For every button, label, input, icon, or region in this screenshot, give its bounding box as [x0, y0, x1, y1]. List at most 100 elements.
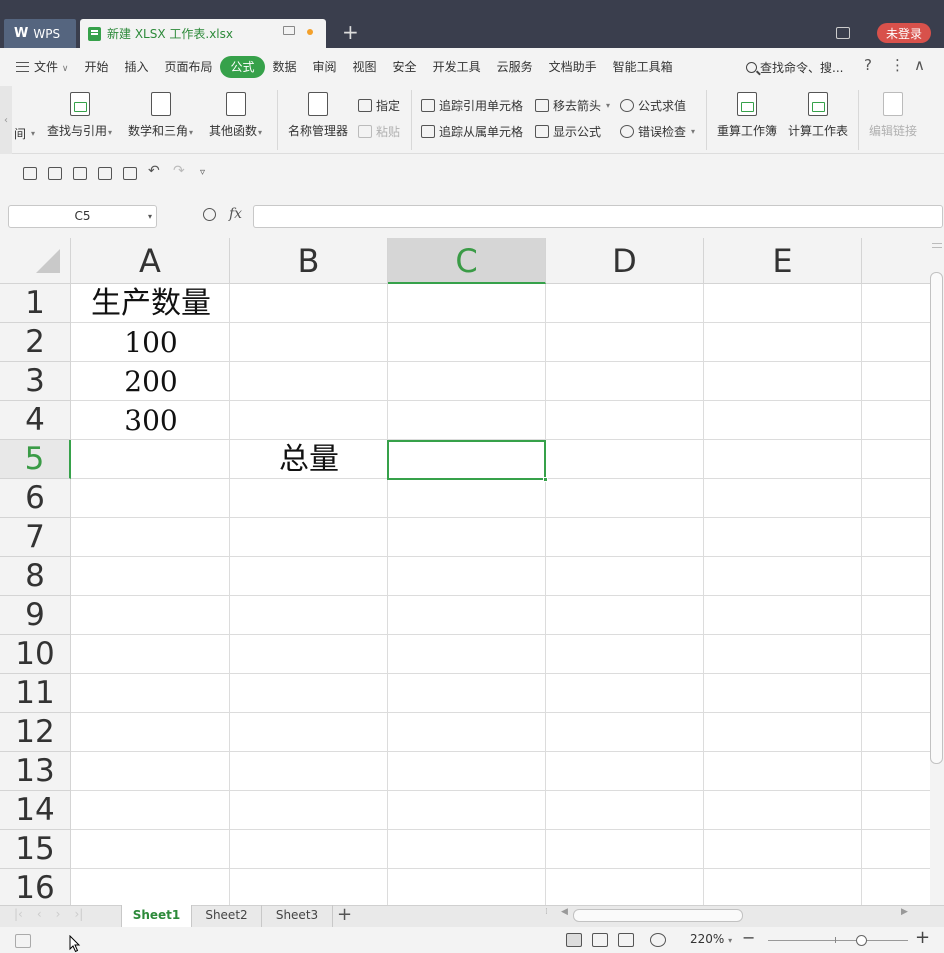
zoom-slider[interactable] — [768, 940, 908, 941]
more-icon[interactable]: ⋮ — [890, 56, 905, 74]
collapse-ribbon-icon[interactable]: ∧ — [914, 56, 925, 74]
trace-dependents-button[interactable]: 追踪从属单元格 — [421, 123, 523, 140]
menu-doc-assistant[interactable]: 文档助手 — [541, 56, 605, 78]
menu-home[interactable]: 开始 — [76, 56, 116, 78]
column-header-d[interactable]: D — [546, 238, 704, 284]
undo-icon[interactable]: ↶ — [148, 163, 160, 179]
menu-cloud[interactable]: 云服务 — [489, 56, 541, 78]
name-manager-button[interactable]: 名称管理器 — [288, 92, 348, 139]
edit-links-button[interactable]: 编辑链接 — [869, 92, 917, 139]
menu-developer[interactable]: 开发工具 — [425, 56, 489, 78]
select-all-corner[interactable] — [0, 238, 71, 284]
row-header-9[interactable]: 9 — [0, 596, 71, 635]
row-header-13[interactable]: 13 — [0, 752, 71, 791]
show-formulas-button[interactable]: 显示公式 — [535, 123, 601, 140]
assign-button[interactable]: 指定 — [358, 97, 400, 114]
cell-a4[interactable]: 300 — [72, 402, 230, 440]
cell-a1[interactable]: 生产数量 — [72, 285, 230, 323]
menu-view[interactable]: 视图 — [345, 56, 385, 78]
column-header-b[interactable]: B — [230, 238, 388, 284]
calculate-sheet-button[interactable]: 计算工作表 — [788, 92, 848, 139]
macro-record-icon[interactable] — [15, 934, 31, 948]
remove-arrows-button[interactable]: 移去箭头 ▾ — [535, 97, 610, 114]
sheet-tab-2[interactable]: Sheet2 — [192, 905, 262, 927]
date-time-button[interactable]: 间 ▾ — [14, 125, 35, 142]
eye-protection-icon[interactable] — [650, 933, 666, 947]
row-header-12[interactable]: 12 — [0, 713, 71, 752]
zoom-in-button[interactable]: + — [915, 927, 930, 948]
first-sheet-icon[interactable]: |‹ — [14, 907, 23, 921]
document-tab[interactable]: 新建 XLSX 工作表.xlsx — [80, 19, 326, 48]
row-header-5[interactable]: 5 — [0, 440, 71, 479]
open-folder-icon[interactable] — [48, 167, 62, 180]
row-header-7[interactable]: 7 — [0, 518, 71, 557]
column-header-c[interactable]: C — [388, 238, 546, 284]
login-button[interactable]: 未登录 — [877, 23, 931, 43]
sheet-tab-3[interactable]: Sheet3 — [262, 905, 333, 927]
insert-function-icon[interactable]: fx — [229, 206, 242, 222]
split-handle[interactable] — [932, 243, 942, 248]
selected-cell-c5[interactable] — [387, 440, 548, 482]
spreadsheet-grid[interactable]: A B C D E 1 2 3 4 5 6 7 8 9 10 11 12 13 … — [0, 238, 930, 905]
row-header-15[interactable]: 15 — [0, 830, 71, 869]
recalculate-workbook-button[interactable]: 重算工作簿 — [717, 92, 777, 139]
print-preview-icon[interactable] — [123, 167, 137, 180]
cell-a2[interactable]: 100 — [72, 324, 230, 362]
next-sheet-icon[interactable]: › — [56, 907, 61, 921]
math-trig-button[interactable]: 数学和三角▾ — [128, 92, 193, 139]
trace-precedents-button[interactable]: 追踪引用单元格 — [421, 97, 523, 114]
row-header-14[interactable]: 14 — [0, 791, 71, 830]
menu-data[interactable]: 数据 — [265, 56, 305, 78]
row-header-11[interactable]: 11 — [0, 674, 71, 713]
normal-view-icon[interactable] — [566, 933, 582, 947]
ribbon-scroll-left-icon[interactable]: ‹ — [0, 86, 12, 154]
page-break-view-icon[interactable] — [592, 933, 608, 947]
save-icon[interactable] — [73, 167, 87, 180]
row-header-4[interactable]: 4 — [0, 401, 71, 440]
row-header-1[interactable]: 1 — [0, 284, 71, 323]
sheet-tab-1[interactable]: Sheet1 — [121, 905, 192, 927]
zoom-level[interactable]: 220% ▾ — [690, 932, 732, 946]
row-header-8[interactable]: 8 — [0, 557, 71, 596]
lookup-reference-button[interactable]: 查找与引用▾ — [47, 92, 112, 139]
help-icon[interactable]: ? — [864, 56, 872, 74]
tab-split-handle[interactable]: ⁞ — [545, 907, 548, 917]
layout-toggle-icon[interactable] — [836, 27, 850, 39]
row-header-2[interactable]: 2 — [0, 323, 71, 362]
print-icon[interactable] — [98, 167, 112, 180]
zoom-out-button[interactable]: − — [742, 928, 755, 947]
name-box[interactable]: C5 ▾ — [8, 205, 157, 228]
menu-review[interactable]: 审阅 — [305, 56, 345, 78]
menu-security[interactable]: 安全 — [385, 56, 425, 78]
column-header-a[interactable]: A — [71, 238, 230, 284]
screen-icon[interactable] — [283, 26, 295, 35]
reading-layout-icon[interactable] — [618, 933, 634, 947]
row-header-16[interactable]: 16 — [0, 869, 71, 905]
column-header-e[interactable]: E — [704, 238, 862, 284]
menu-formulas[interactable]: 公式 — [220, 56, 265, 78]
cell-a3[interactable]: 200 — [72, 363, 230, 401]
sheet-navigation[interactable]: |‹ ‹ › ›| — [14, 907, 83, 921]
prev-sheet-icon[interactable]: ‹ — [37, 907, 42, 921]
zoom-slider-thumb[interactable] — [856, 935, 867, 946]
row-header-3[interactable]: 3 — [0, 362, 71, 401]
add-sheet-button[interactable]: + — [337, 904, 352, 925]
menu-smart-tools[interactable]: 智能工具箱 — [605, 56, 681, 78]
other-functions-button[interactable]: 其他函数▾ — [209, 92, 262, 139]
menu-file[interactable]: 文件 ∨ — [8, 56, 76, 78]
scroll-right-icon[interactable]: ▶ — [901, 907, 908, 917]
menu-insert[interactable]: 插入 — [116, 56, 156, 78]
fill-handle[interactable] — [543, 477, 548, 482]
new-tab-button[interactable]: + — [342, 20, 359, 44]
formula-input[interactable] — [253, 205, 943, 228]
horizontal-scroll-thumb[interactable] — [573, 909, 743, 922]
last-sheet-icon[interactable]: ›| — [74, 907, 83, 921]
wps-home-tab[interactable]: W WPS — [4, 19, 76, 48]
cell-b5[interactable]: 总量 — [230, 441, 388, 479]
row-header-6[interactable]: 6 — [0, 479, 71, 518]
customize-toolbar-icon[interactable]: ▿ — [200, 167, 205, 178]
scroll-left-icon[interactable]: ◀ — [561, 907, 568, 917]
column-header-f[interactable] — [862, 238, 930, 284]
row-header-10[interactable]: 10 — [0, 635, 71, 674]
evaluate-formula-button[interactable]: 公式求值 — [620, 97, 686, 114]
